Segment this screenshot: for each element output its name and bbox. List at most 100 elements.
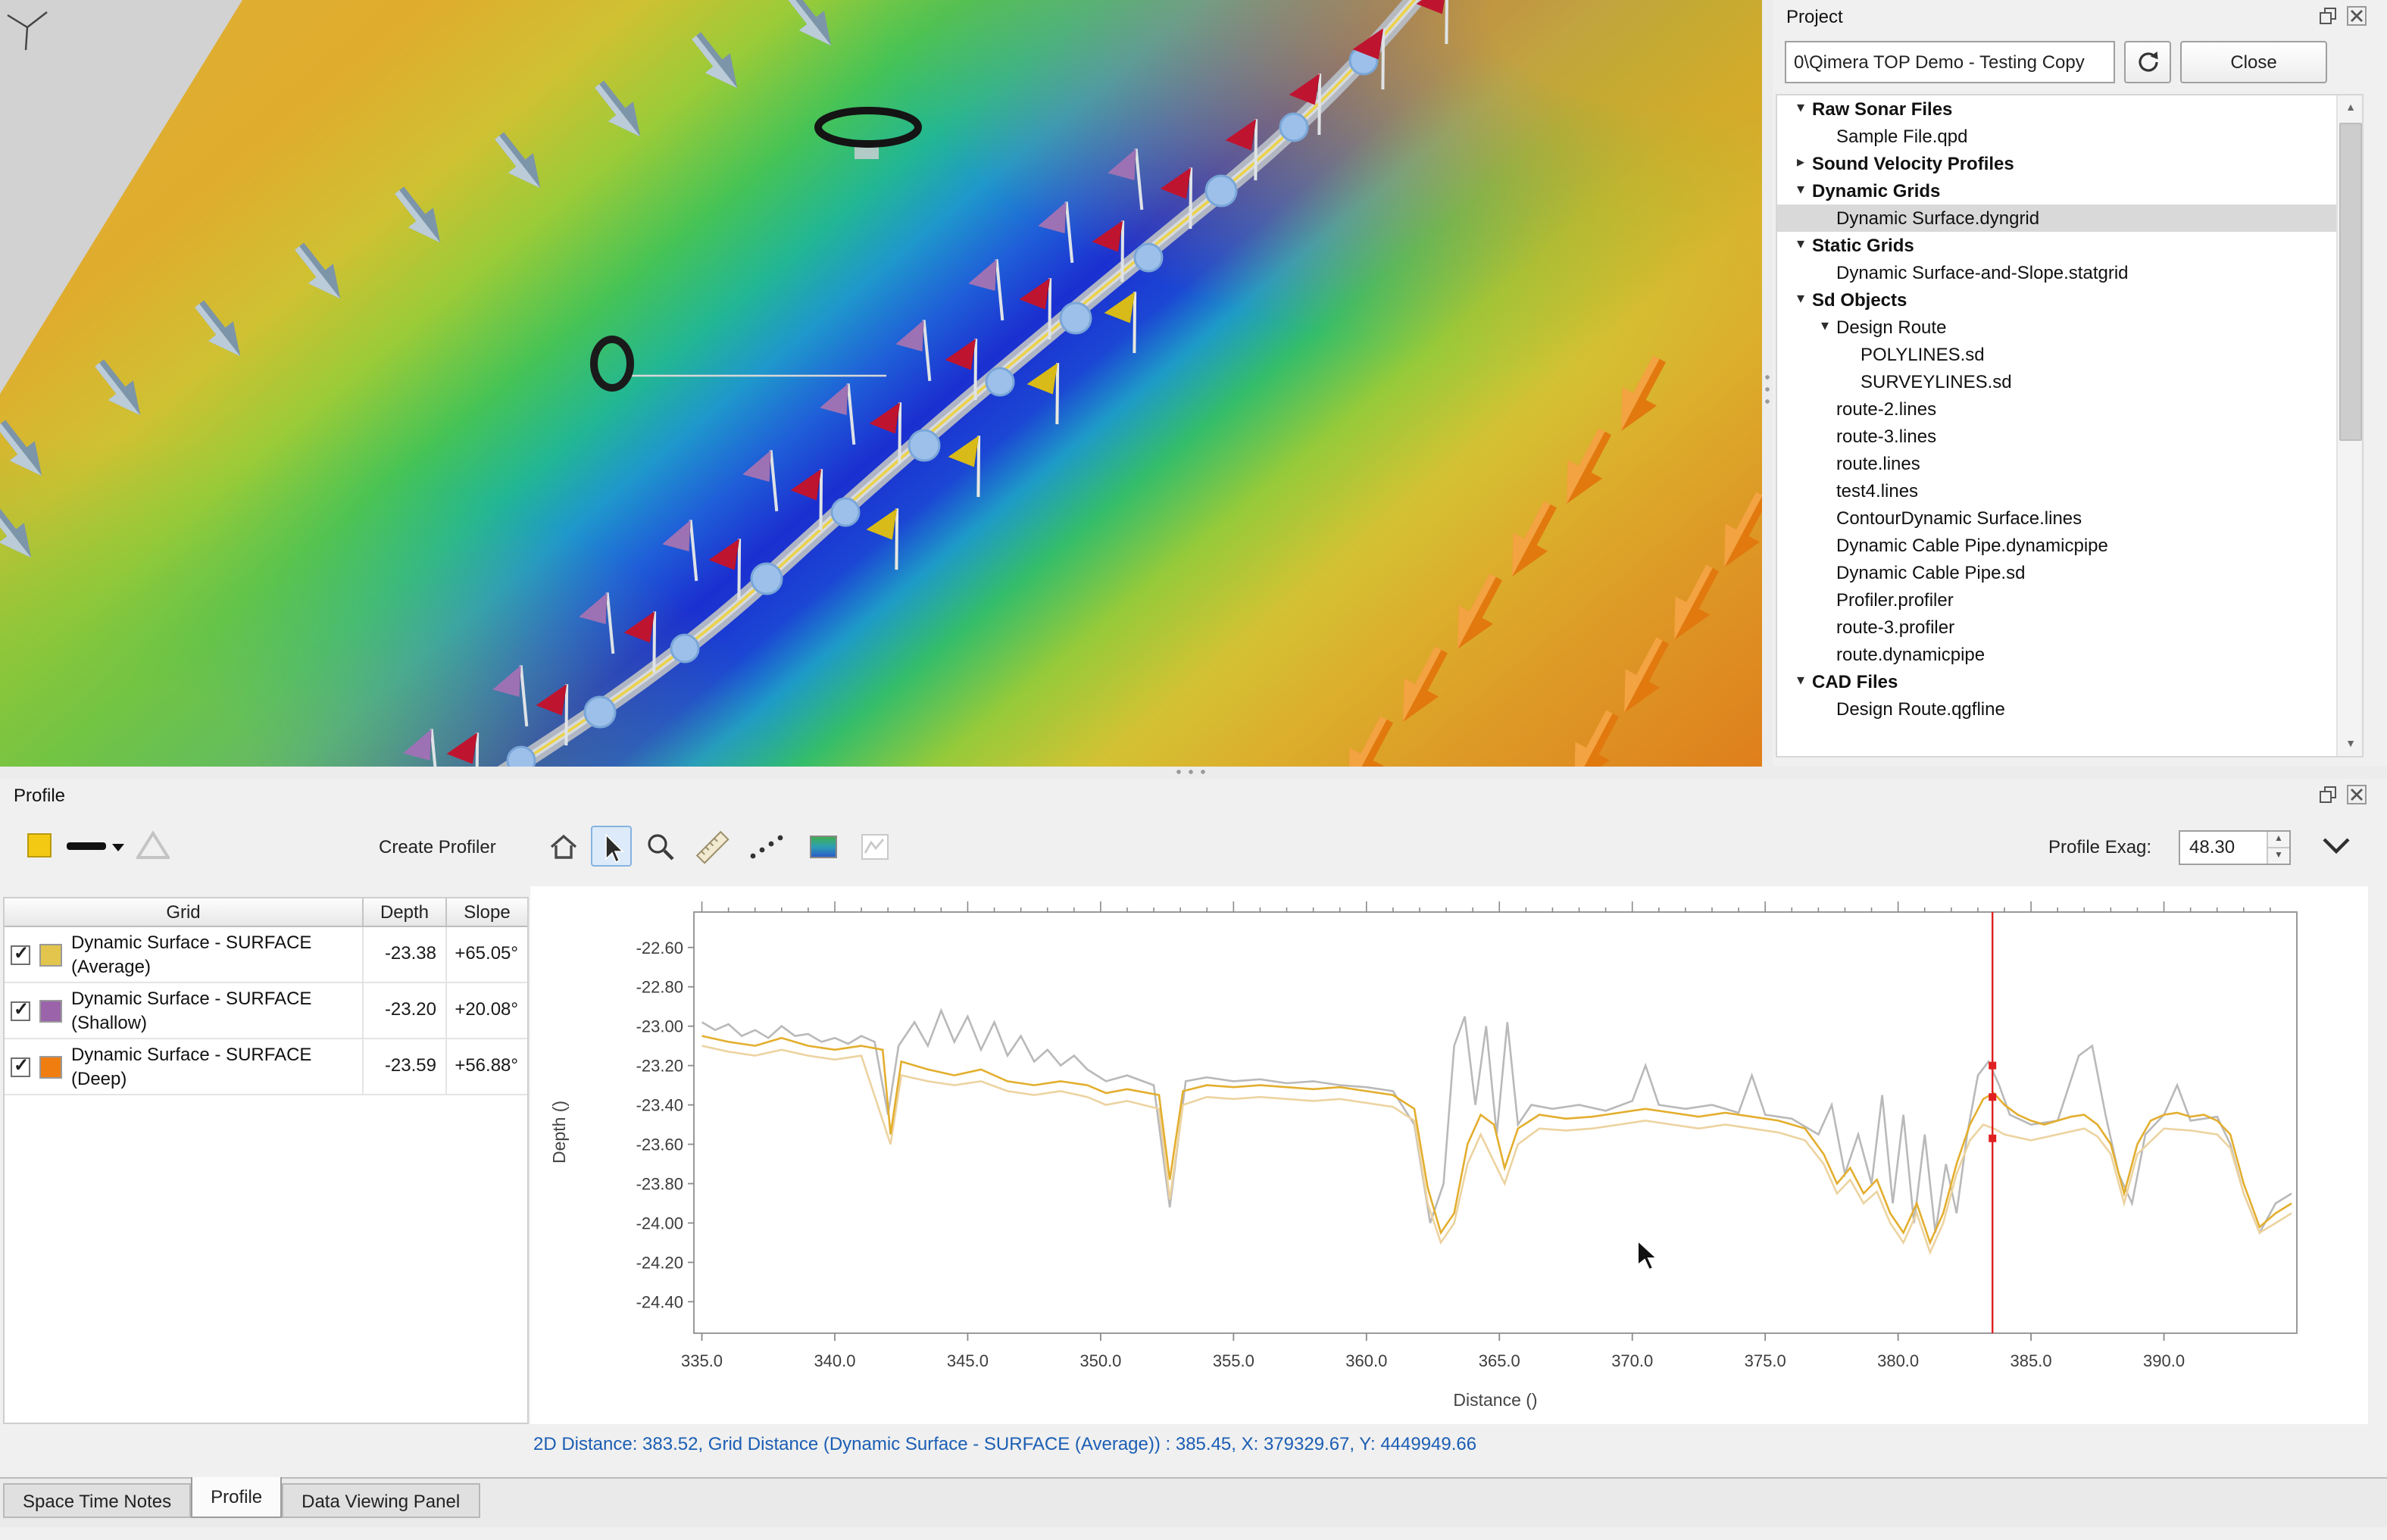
line-style-dropdown-icon[interactable] <box>112 844 124 851</box>
current-arrow-orange-icon <box>1654 558 1729 653</box>
tree-item-design-route[interactable]: ▾Design Route <box>1777 314 2338 341</box>
chart-view-button[interactable] <box>855 826 895 867</box>
cursor-marker <box>1989 1062 1996 1070</box>
close-project-button[interactable]: Close <box>2180 41 2327 83</box>
tree-item-route-3-lines[interactable]: route-3.lines <box>1777 423 2338 450</box>
tree-item-dynamic-cable-pipe-sd[interactable]: Dynamic Cable Pipe.sd <box>1777 559 2338 586</box>
x-tick-label: 340.0 <box>814 1351 855 1370</box>
horizontal-splitter[interactable] <box>0 767 2387 779</box>
grid-table-row[interactable]: ✓Dynamic Surface - SURFACE (Deep)-23.59+… <box>5 1039 527 1095</box>
expander-down-icon[interactable]: ▾ <box>1789 668 1812 695</box>
profile-points-button[interactable] <box>745 826 786 867</box>
tab-profile[interactable]: Profile <box>191 1477 282 1518</box>
current-arrow-orange-icon <box>1438 567 1513 662</box>
depth-value: -23.20 <box>362 983 445 1038</box>
series-color-swatch[interactable] <box>39 943 62 966</box>
tree-item-route-lines[interactable]: route.lines <box>1777 450 2338 477</box>
visibility-checkbox[interactable]: ✓ <box>11 1057 30 1076</box>
tree-item-route-dynamicpipe[interactable]: route.dynamicpipe <box>1777 641 2338 668</box>
x-tick-label: 390.0 <box>2143 1351 2185 1370</box>
create-profiler-button[interactable]: Create Profiler <box>364 829 511 865</box>
close-panel-icon[interactable] <box>2347 6 2368 27</box>
current-arrow-icon <box>587 74 656 150</box>
visibility-checkbox[interactable]: ✓ <box>11 945 30 964</box>
close-panel-icon[interactable] <box>2347 785 2368 806</box>
waypoint-flag-purple-icon <box>889 313 951 393</box>
line-style-swatch[interactable] <box>67 842 106 850</box>
refresh-button[interactable] <box>2124 41 2171 83</box>
tree-item-profiler-profiler[interactable]: Profiler.profiler <box>1777 586 2338 614</box>
scene-3d-view[interactable] <box>0 0 1762 767</box>
profile-plot[interactable]: 335.0340.0345.0350.0355.0360.0365.0370.0… <box>530 886 2368 1424</box>
profile-chart[interactable]: 335.0340.0345.0350.0355.0360.0365.0370.0… <box>530 886 2368 1424</box>
tab-space-time-notes[interactable]: Space Time Notes <box>3 1483 191 1518</box>
tree-item-dynamic-surface-dyngrid[interactable]: Dynamic Surface.dyngrid <box>1777 205 2338 232</box>
tree-item-dynamic-grids[interactable]: ▾Dynamic Grids <box>1777 177 2338 205</box>
expander-down-icon[interactable]: ▾ <box>1789 286 1812 314</box>
select-tool-button[interactable] <box>591 826 632 867</box>
measure-tool-button[interactable] <box>691 826 732 867</box>
grid-table-row[interactable]: ✓Dynamic Surface - SURFACE (Shallow)-23.… <box>5 983 527 1039</box>
tree-item-test4-lines[interactable]: test4.lines <box>1777 477 2338 504</box>
profile-color-swatch[interactable] <box>27 833 52 857</box>
float-panel-icon[interactable] <box>2318 6 2339 27</box>
expander-down-icon[interactable]: ▾ <box>1814 314 1836 341</box>
slope-value: +20.08° <box>445 983 527 1038</box>
column-header-grid[interactable]: Grid <box>5 898 362 926</box>
tree-item-sd-objects[interactable]: ▾Sd Objects <box>1777 286 2338 314</box>
expand-options-button[interactable] <box>2318 827 2354 864</box>
tree-item-polylines-sd[interactable]: POLYLINES.sd <box>1777 341 2338 368</box>
column-header-slope[interactable]: Slope <box>445 898 527 926</box>
series-color-swatch[interactable] <box>39 1055 62 1078</box>
triangle-tool-icon[interactable] <box>136 830 170 865</box>
tab-data-viewing-panel[interactable]: Data Viewing Panel <box>282 1483 480 1518</box>
expander-down-icon[interactable]: ▾ <box>1789 232 1812 259</box>
project-panel-title: Project <box>1786 6 1843 27</box>
tree-item-dynamic-surface-and-slope-statgrid[interactable]: Dynamic Surface-and-Slope.statgrid <box>1777 259 2338 286</box>
y-tick-label: -23.60 <box>636 1135 683 1154</box>
scroll-down-icon[interactable]: ▼ <box>2338 732 2364 756</box>
tree-item-sample-file-qpd[interactable]: Sample File.qpd <box>1777 123 2338 150</box>
tree-item-cad-files[interactable]: ▾CAD Files <box>1777 668 2338 695</box>
tree-item-label: CAD Files <box>1812 668 1898 695</box>
tree-item-design-route-qgfline[interactable]: Design Route.qgfline <box>1777 695 2338 723</box>
expander-down-icon[interactable]: ▾ <box>1789 95 1812 123</box>
project-path-input[interactable] <box>1785 41 2115 83</box>
visibility-checkbox[interactable]: ✓ <box>11 1001 30 1020</box>
tree-item-label: Sample File.qpd <box>1836 123 1967 150</box>
expander-right-icon[interactable]: ▸ <box>1789 150 1812 177</box>
vertical-splitter[interactable] <box>1762 0 1773 767</box>
tree-item-label: route-3.lines <box>1836 423 1936 450</box>
tree-item-contourdynamic-surface-lines[interactable]: ContourDynamic Surface.lines <box>1777 504 2338 532</box>
top-row: Project Close ▾Raw Sona <box>0 0 2387 767</box>
cursor-icon <box>595 829 628 863</box>
slope-value: +65.05° <box>445 927 527 982</box>
grid-table-row[interactable]: ✓Dynamic Surface - SURFACE (Average)-23.… <box>5 927 527 983</box>
scroll-up-icon[interactable]: ▲ <box>2338 95 2364 120</box>
spin-down-icon[interactable]: ▼ <box>2268 848 2289 864</box>
tree-item-raw-sonar-files[interactable]: ▾Raw Sonar Files <box>1777 95 2338 123</box>
zoom-tool-button[interactable] <box>639 826 680 867</box>
profile-exag-value[interactable]: 48.30 <box>2180 832 2267 864</box>
tree-item-sound-velocity-profiles[interactable]: ▸Sound Velocity Profiles <box>1777 150 2338 177</box>
home-button[interactable] <box>542 826 583 867</box>
waypoint-flag-red-icon <box>1156 161 1211 238</box>
colormap-button[interactable] <box>803 826 844 867</box>
tree-item-surveylines-sd[interactable]: SURVEYLINES.sd <box>1777 368 2338 395</box>
splitter-grip-icon <box>1174 770 1217 774</box>
tree-item-label: route.lines <box>1836 450 1920 477</box>
tree-item-dynamic-cable-pipe-dynamicpipe[interactable]: Dynamic Cable Pipe.dynamicpipe <box>1777 532 2338 559</box>
scrollbar-thumb[interactable] <box>2339 123 2362 441</box>
spin-up-icon[interactable]: ▲ <box>2268 832 2289 848</box>
float-panel-icon[interactable] <box>2318 785 2339 806</box>
tree-item-route-2-lines[interactable]: route-2.lines <box>1777 395 2338 423</box>
expander-down-icon[interactable]: ▾ <box>1789 177 1812 205</box>
project-panel: Project Close ▾Raw Sona <box>1773 0 2387 767</box>
series-color-swatch[interactable] <box>39 999 62 1022</box>
column-header-depth[interactable]: Depth <box>362 898 445 926</box>
tree-item-static-grids[interactable]: ▾Static Grids <box>1777 232 2338 259</box>
tree-item-route-3-profiler[interactable]: route-3.profiler <box>1777 614 2338 641</box>
x-tick-label: 355.0 <box>1213 1351 1254 1370</box>
profile-exag-spinner[interactable]: 48.30 ▲ ▼ <box>2179 830 2291 865</box>
tree-scrollbar[interactable]: ▲ ▼ <box>2336 95 2362 756</box>
